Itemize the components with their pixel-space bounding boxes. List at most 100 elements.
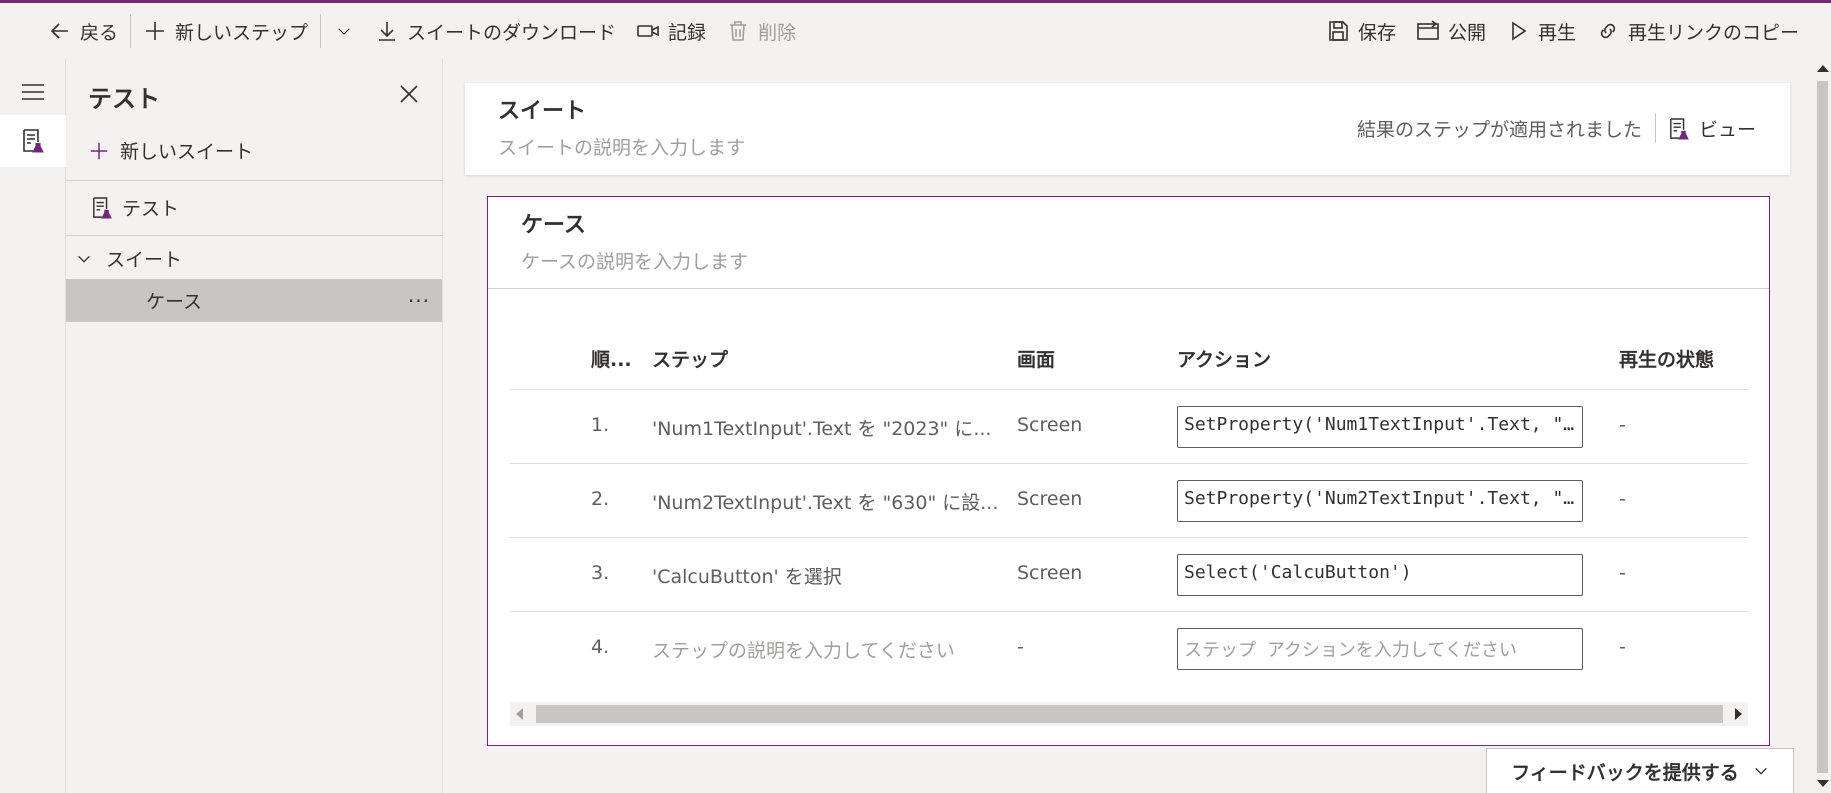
step-action-input[interactable]: ステップ アクションを入力してください	[1177, 628, 1583, 670]
step-playback-state: -	[1619, 488, 1626, 510]
publish-label: 公開	[1447, 21, 1486, 44]
horizontal-scrollbar[interactable]	[510, 702, 1748, 726]
steps-grid: 順... ステップ 画面 アクション 再生の状態 1. 'Num1TextInp…	[510, 327, 1748, 686]
case-divider	[488, 288, 1769, 289]
vertical-scroll-thumb[interactable]	[1817, 81, 1828, 773]
step-number: 2.	[591, 488, 610, 510]
save-label: 保存	[1357, 21, 1396, 44]
column-header-step[interactable]: ステップ	[652, 345, 728, 372]
panel-divider	[66, 235, 443, 236]
step-description-input[interactable]: ステップの説明を入力してください	[652, 636, 955, 663]
chevron-down-icon	[338, 28, 350, 35]
play-icon	[1512, 21, 1527, 41]
suite-status-text: 結果のステップが適用されました	[1356, 119, 1642, 141]
step-description[interactable]: 'Num1TextInput'.Text を "2023" に...	[652, 414, 991, 441]
publish-button[interactable]: 公開	[1406, 3, 1496, 59]
scroll-left-arrow-icon[interactable]	[516, 708, 523, 720]
chevron-down-icon	[1755, 767, 1767, 775]
trash-icon	[730, 21, 747, 41]
step-screen: Screen	[1017, 488, 1083, 510]
view-button[interactable]: ビュー	[1669, 115, 1756, 142]
step-description[interactable]: 'CalcuButton' を選択	[652, 562, 842, 589]
table-row[interactable]: 2. 'Num2TextInput'.Text を "630" に設... Sc…	[510, 464, 1748, 538]
delete-label: 削除	[758, 21, 797, 44]
column-header-action[interactable]: アクション	[1177, 345, 1271, 372]
more-options-button[interactable]: ···	[408, 289, 430, 313]
step-screen: Screen	[1017, 562, 1083, 584]
table-row[interactable]: 3. 'CalcuButton' を選択 Screen Select('Calc…	[510, 538, 1748, 612]
save-icon	[1329, 21, 1348, 41]
step-screen: -	[1017, 636, 1024, 658]
column-header-screen[interactable]: 画面	[1017, 345, 1055, 372]
table-row[interactable]: 4. ステップの説明を入力してください - ステップ アクションを入力してくださ…	[510, 612, 1748, 686]
suite-description-input[interactable]: スイートの説明を入力します	[498, 133, 745, 160]
new-step-dropdown-button[interactable]	[323, 3, 365, 59]
play-button[interactable]: 再生	[1496, 3, 1586, 59]
scroll-down-arrow-icon[interactable]	[1817, 780, 1829, 787]
scroll-right-arrow-icon[interactable]	[1735, 708, 1742, 720]
video-camera-icon	[637, 25, 659, 37]
case-description-input[interactable]: ケースの説明を入力します	[521, 247, 748, 274]
publish-icon	[1417, 20, 1439, 40]
test-explorer-panel: テスト 新しいスイート テスト スイート ケース ···	[66, 59, 443, 793]
step-action-input[interactable]: Select('CalcuButton')	[1177, 554, 1583, 596]
record-label: 記録	[668, 21, 707, 44]
panel-divider	[66, 180, 443, 181]
download-suite-button[interactable]: スイートのダウンロード	[365, 3, 626, 59]
new-step-label: 新しいステップ	[175, 21, 309, 44]
step-number: 4.	[591, 636, 610, 658]
close-panel-button[interactable]	[396, 81, 422, 107]
test-flask-icon	[93, 196, 112, 218]
toolbar-separator	[320, 14, 322, 48]
suite-header-card: スイート スイートの説明を入力します 結果のステップが適用されました ビュー	[465, 83, 1790, 175]
close-icon	[400, 85, 418, 103]
command-bar: 戻る 新しいステップ スイートのダウンロード 記録 削除 保存 公開 再生 再生…	[0, 3, 1831, 59]
left-rail	[0, 59, 66, 793]
test-flask-icon	[1670, 117, 1689, 139]
tree-item-test-label: テスト	[122, 198, 180, 220]
column-header-playback-state[interactable]: 再生の状態	[1619, 345, 1714, 372]
back-label: 戻る	[80, 21, 119, 44]
feedback-label: フィードバックを提供する	[1511, 761, 1739, 784]
save-button[interactable]: 保存	[1316, 3, 1406, 59]
suite-title[interactable]: スイート	[498, 93, 586, 125]
chevron-down-icon	[78, 255, 90, 263]
view-label: ビュー	[1698, 119, 1756, 141]
test-flask-icon	[23, 129, 44, 153]
step-action-input[interactable]: SetProperty('Num1TextInput'.Text, "2023"…	[1177, 406, 1583, 448]
suite-separator	[1655, 113, 1656, 143]
new-suite-label: 新しいスイート	[120, 141, 254, 163]
tree-item-suite[interactable]: スイート	[76, 245, 182, 272]
step-number: 1.	[591, 414, 610, 436]
record-button[interactable]: 記録	[626, 3, 716, 59]
feedback-button[interactable]: フィードバックを提供する	[1486, 748, 1794, 793]
case-card: ケース ケースの説明を入力します 順... ステップ 画面 アクション 再生の状…	[487, 196, 1770, 746]
rail-item-tests[interactable]	[0, 115, 66, 167]
tree-item-test[interactable]: テスト	[92, 194, 179, 221]
step-playback-state: -	[1619, 414, 1626, 436]
tree-item-case[interactable]: ケース ···	[66, 279, 442, 322]
new-step-button[interactable]: 新しいステップ	[133, 3, 318, 59]
table-row[interactable]: 1. 'Num1TextInput'.Text を "2023" に... Sc…	[510, 390, 1748, 464]
step-action-input[interactable]: SetProperty('Num2TextInput'.Text, "630")	[1177, 480, 1583, 522]
step-description[interactable]: 'Num2TextInput'.Text を "630" に設...	[652, 488, 998, 515]
link-icon	[1600, 23, 1616, 39]
step-screen: Screen	[1017, 414, 1083, 436]
play-label: 再生	[1537, 21, 1576, 44]
column-header-order[interactable]: 順...	[591, 345, 632, 372]
delete-button[interactable]: 削除	[716, 3, 806, 59]
grid-header-row: 順... ステップ 画面 アクション 再生の状態	[510, 327, 1748, 390]
vertical-scrollbar[interactable]	[1814, 59, 1831, 793]
hamburger-menu-button[interactable]	[20, 79, 46, 105]
step-number: 3.	[591, 562, 610, 584]
toolbar-separator	[130, 14, 132, 48]
new-suite-button[interactable]: 新しいスイート	[88, 137, 253, 164]
back-button[interactable]: 戻る	[38, 3, 128, 59]
download-icon	[379, 22, 396, 41]
tree-item-suite-label: スイート	[106, 249, 183, 271]
case-title[interactable]: ケース	[521, 207, 586, 239]
arrow-left-icon	[50, 23, 68, 39]
horizontal-scroll-thumb[interactable]	[536, 705, 1723, 723]
copy-play-link-button[interactable]: 再生リンクのコピー	[1586, 3, 1809, 59]
scroll-up-arrow-icon[interactable]	[1817, 65, 1829, 72]
